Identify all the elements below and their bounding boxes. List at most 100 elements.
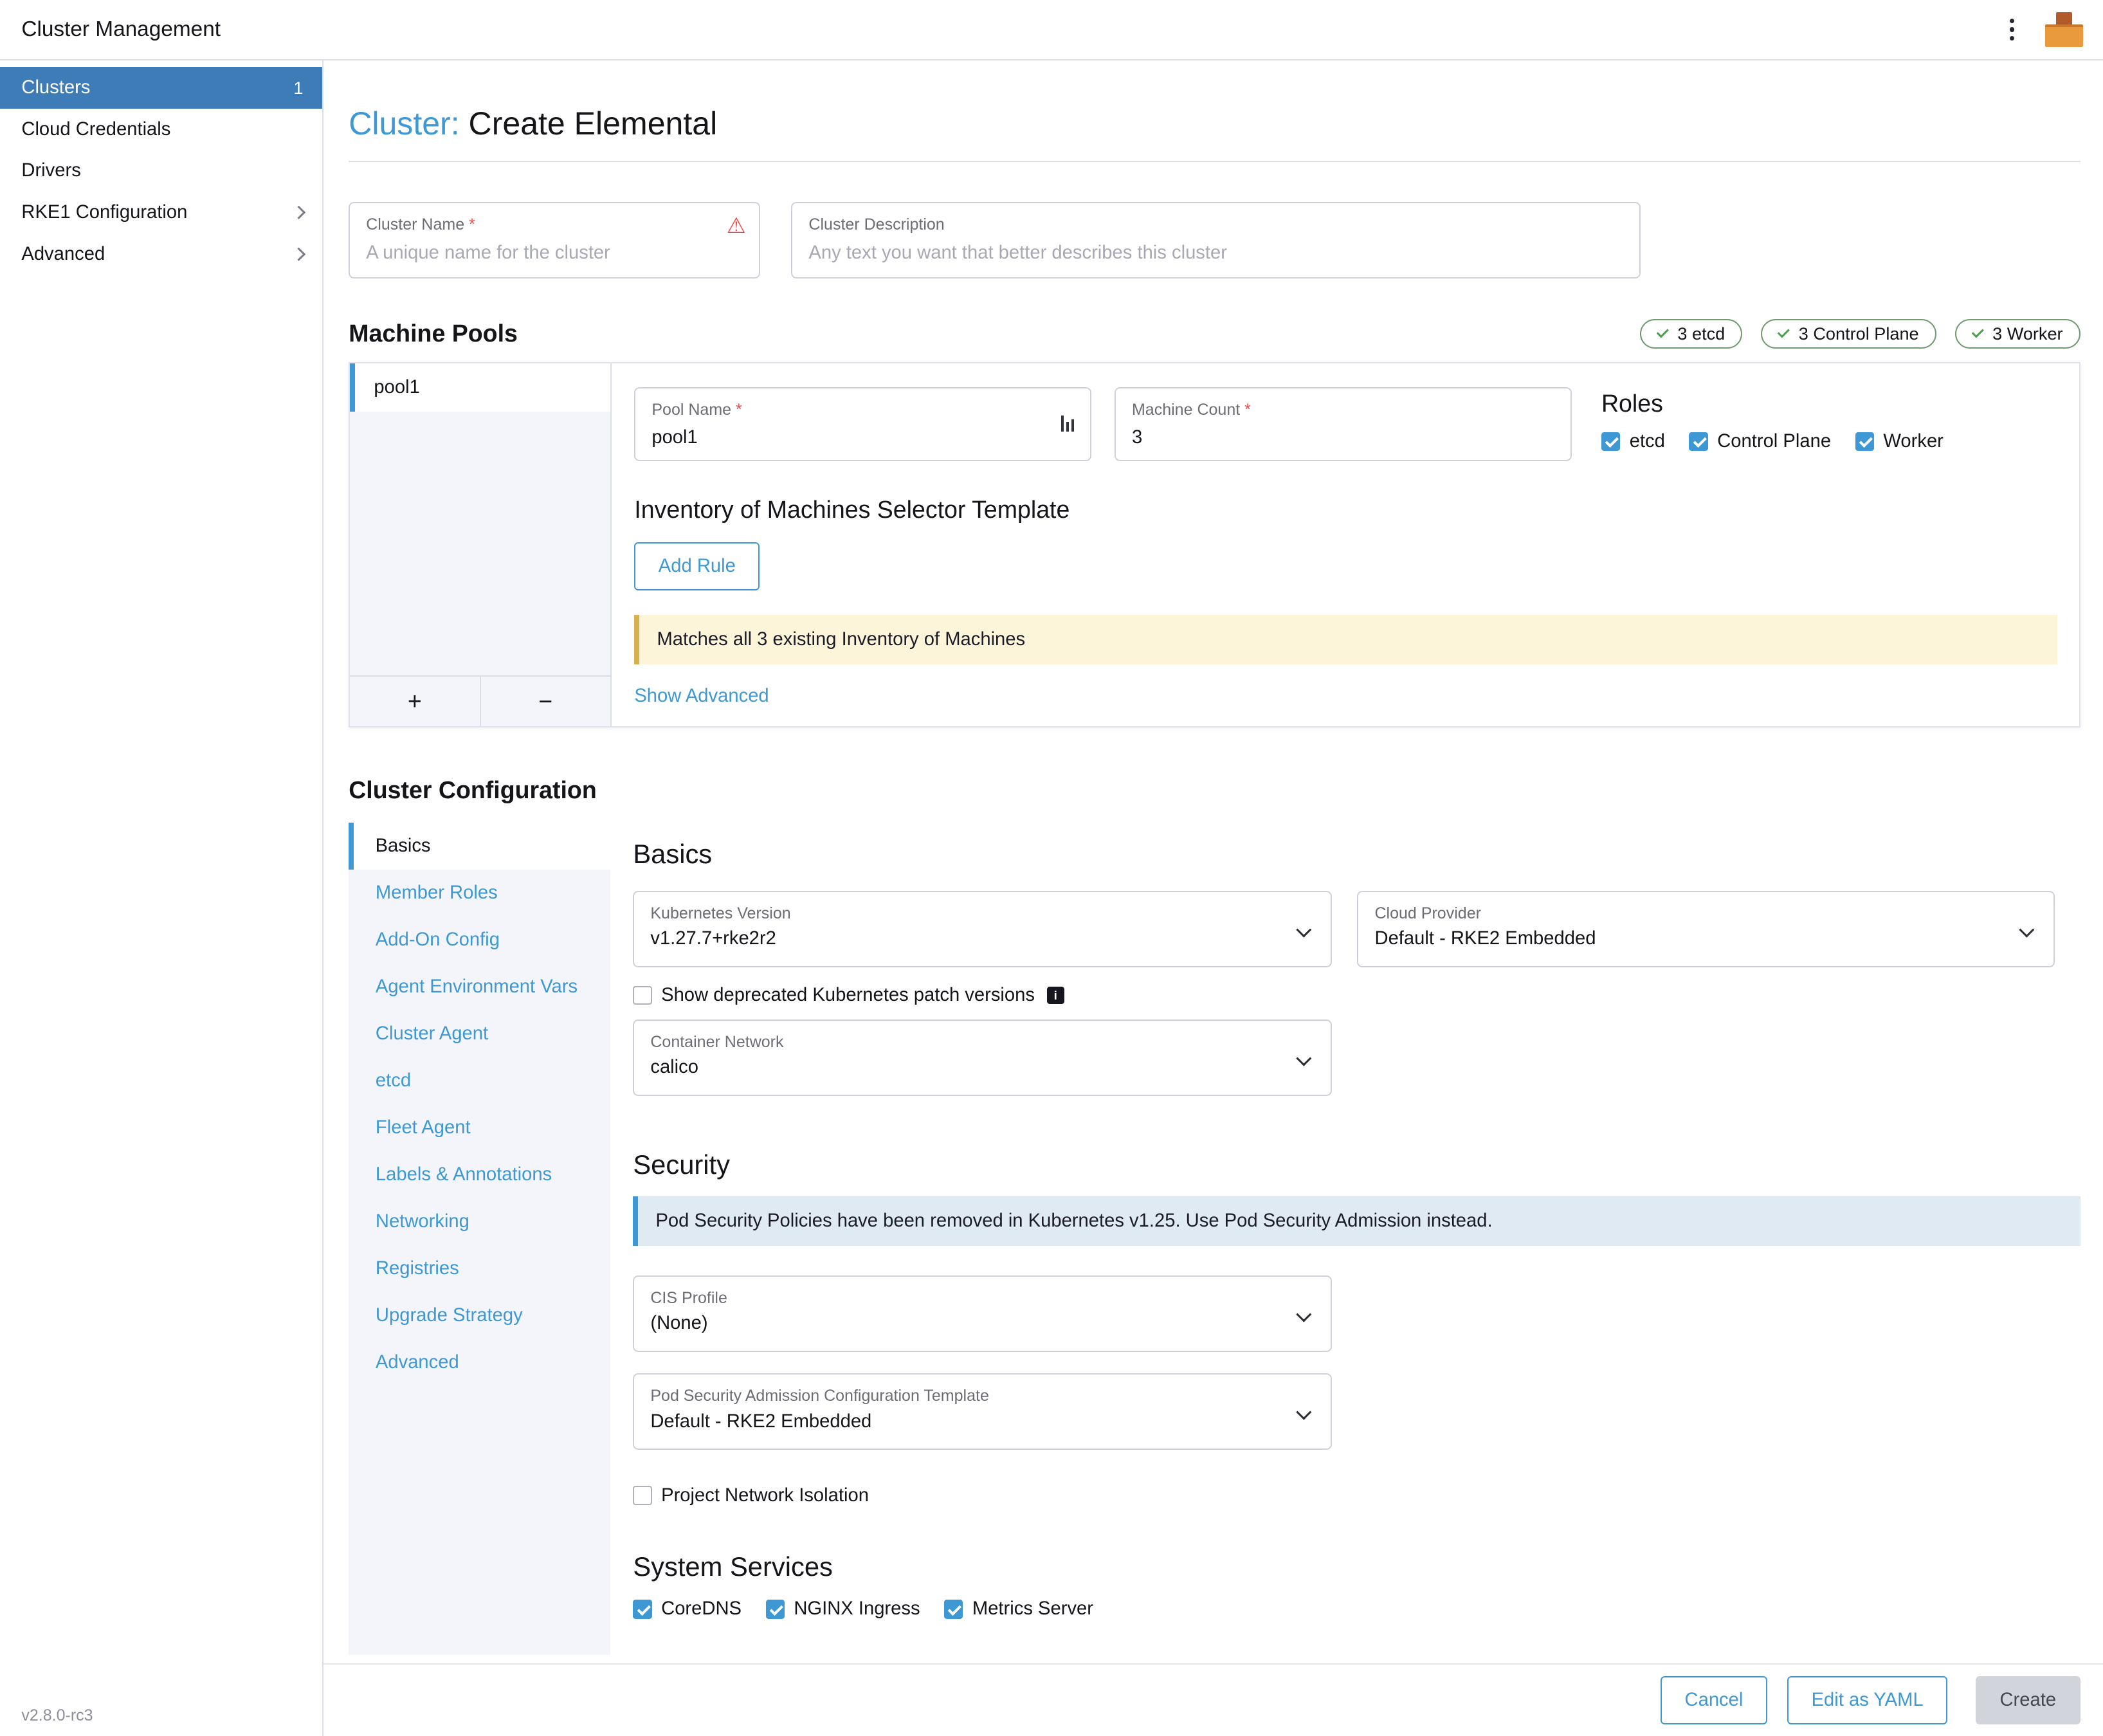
chevron-down-icon xyxy=(1296,1405,1311,1420)
add-rule-button[interactable]: Add Rule xyxy=(634,542,760,590)
edit-as-yaml-button[interactable]: Edit as YAML xyxy=(1787,1676,1947,1724)
required-mark: * xyxy=(736,401,742,419)
checkbox-icon xyxy=(1601,432,1620,451)
machine-count-field[interactable]: Machine Count * xyxy=(1115,387,1572,461)
tab-cluster-agent[interactable]: Cluster Agent xyxy=(349,1010,610,1057)
required-mark: * xyxy=(1244,401,1251,419)
remove-pool-button[interactable]: − xyxy=(481,677,610,726)
sidebar-item-label: Cloud Credentials xyxy=(21,119,170,140)
sidebar: Clusters 1 Cloud Credentials Drivers RKE… xyxy=(0,60,323,1736)
check-icon xyxy=(1778,326,1790,338)
checkbox-icon xyxy=(944,1600,963,1618)
tab-advanced[interactable]: Advanced xyxy=(349,1339,610,1386)
worker-checkbox[interactable]: Worker xyxy=(1855,431,1944,452)
cis-profile-label: CIS Profile xyxy=(650,1289,1285,1308)
checkbox-icon xyxy=(766,1600,785,1618)
checkbox-icon xyxy=(1855,432,1874,451)
create-button[interactable]: Create xyxy=(1976,1676,2080,1724)
kebab-menu-icon[interactable] xyxy=(1999,10,2025,48)
cluster-description-input[interactable] xyxy=(808,242,1623,264)
cluster-name-label: Cluster Name xyxy=(366,215,464,233)
basics-heading: Basics xyxy=(633,839,2080,870)
tab-member-roles[interactable]: Member Roles xyxy=(349,870,610,917)
tab-labels-annotations[interactable]: Labels & Annotations xyxy=(349,1151,610,1198)
cluster-name-field[interactable]: Cluster Name * ⚠ xyxy=(349,202,760,279)
chevron-down-icon xyxy=(1296,922,1311,938)
main-content: Cluster: Create Elemental Cluster Name *… xyxy=(323,60,2103,1663)
tab-registries[interactable]: Registries xyxy=(349,1245,610,1292)
checkbox-icon xyxy=(633,1486,651,1504)
chevron-down-icon xyxy=(2019,922,2034,938)
header-logo-icon[interactable] xyxy=(2044,10,2084,50)
tab-basics[interactable]: Basics xyxy=(349,823,610,870)
pool-drag-handle-icon[interactable] xyxy=(1061,416,1075,432)
add-pool-button[interactable]: + xyxy=(350,677,480,726)
cluster-configuration-heading: Cluster Configuration xyxy=(349,776,2080,804)
show-deprecated-versions-checkbox[interactable]: Show deprecated Kubernetes patch version… xyxy=(633,985,1035,1006)
tab-upgrade-strategy[interactable]: Upgrade Strategy xyxy=(349,1292,610,1339)
system-services-heading: System Services xyxy=(633,1551,2080,1582)
cluster-name-input[interactable] xyxy=(366,242,743,264)
checkbox-icon xyxy=(633,986,651,1005)
metrics-server-checkbox[interactable]: Metrics Server xyxy=(944,1598,1093,1620)
cis-profile-select[interactable]: CIS Profile (None) xyxy=(633,1275,1332,1352)
app-window: Cluster Management Clusters 1 Cloud Cred… xyxy=(0,0,2103,1736)
coredns-checkbox[interactable]: CoreDNS xyxy=(633,1598,742,1620)
sidebar-item-rke1-configuration[interactable]: RKE1 Configuration xyxy=(0,192,322,233)
page-title: Cluster: Create Elemental xyxy=(349,105,2080,142)
page-title-name: Create Elemental xyxy=(469,105,718,142)
pool-tab-pool1[interactable]: pool1 xyxy=(350,363,610,412)
chevron-right-icon xyxy=(292,248,305,261)
worker-count-badge: 3 Worker xyxy=(1955,319,2080,349)
project-network-isolation-checkbox[interactable]: Project Network Isolation xyxy=(633,1485,869,1506)
sidebar-item-label: Drivers xyxy=(21,160,80,181)
pod-security-banner: Pod Security Policies have been removed … xyxy=(633,1196,2080,1246)
sidebar-item-label: RKE1 Configuration xyxy=(21,202,187,223)
pool-name-label: Pool Name xyxy=(651,401,731,419)
cancel-button[interactable]: Cancel xyxy=(1661,1676,1767,1724)
cloud-provider-label: Cloud Provider xyxy=(1374,904,2008,923)
show-advanced-link[interactable]: Show Advanced xyxy=(634,686,769,707)
chevron-down-icon xyxy=(1296,1051,1311,1066)
sidebar-item-cloud-credentials[interactable]: Cloud Credentials xyxy=(0,109,322,151)
check-icon xyxy=(1972,326,1984,338)
config-basics-pane: Basics Kubernetes Version v1.27.7+rke2r2… xyxy=(610,823,2080,1655)
container-network-select[interactable]: Container Network calico xyxy=(633,1019,1332,1096)
cluster-description-field[interactable]: Cluster Description xyxy=(791,202,1640,279)
info-icon[interactable]: i xyxy=(1047,987,1064,1004)
tab-etcd[interactable]: etcd xyxy=(349,1057,610,1104)
control-plane-checkbox[interactable]: Control Plane xyxy=(1689,431,1831,452)
nginx-ingress-checkbox[interactable]: NGINX Ingress xyxy=(766,1598,920,1620)
cloud-provider-select[interactable]: Cloud Provider Default - RKE2 Embedded xyxy=(1357,891,2054,967)
psa-template-select[interactable]: Pod Security Admission Configuration Tem… xyxy=(633,1373,1332,1450)
etcd-checkbox[interactable]: etcd xyxy=(1601,431,1665,452)
roles-heading: Roles xyxy=(1601,390,1944,417)
psa-template-label: Pod Security Admission Configuration Tem… xyxy=(650,1387,1285,1405)
tab-add-on-config[interactable]: Add-On Config xyxy=(349,917,610,964)
config-tabs-column: Basics Member Roles Add-On Config Agent … xyxy=(349,823,610,1655)
tab-networking[interactable]: Networking xyxy=(349,1198,610,1245)
chevron-down-icon xyxy=(1296,1307,1311,1322)
machine-pools-panel: pool1 + − Pool Name * xyxy=(349,362,2080,728)
matches-banner: Matches all 3 existing Inventory of Mach… xyxy=(634,615,2057,664)
pool-name-input[interactable] xyxy=(651,427,1074,448)
machine-count-input[interactable] xyxy=(1132,427,1554,448)
tab-fleet-agent[interactable]: Fleet Agent xyxy=(349,1104,610,1151)
sidebar-item-advanced[interactable]: Advanced xyxy=(0,233,322,275)
kubernetes-version-label: Kubernetes Version xyxy=(650,904,1285,923)
kubernetes-version-select[interactable]: Kubernetes Version v1.27.7+rke2r2 xyxy=(633,891,1332,967)
sidebar-item-label: Advanced xyxy=(21,244,105,265)
container-network-label: Container Network xyxy=(650,1033,1285,1052)
top-header: Cluster Management xyxy=(0,0,2103,60)
tab-agent-environment-vars[interactable]: Agent Environment Vars xyxy=(349,964,610,1010)
sidebar-item-drivers[interactable]: Drivers xyxy=(0,151,322,192)
chevron-right-icon xyxy=(292,206,305,219)
warning-icon: ⚠ xyxy=(727,215,746,237)
sidebar-item-clusters[interactable]: Clusters 1 xyxy=(0,67,322,109)
pool-name-field[interactable]: Pool Name * xyxy=(634,387,1091,461)
app-title: Cluster Management xyxy=(21,17,221,42)
cluster-configuration-panel: Basics Member Roles Add-On Config Agent … xyxy=(349,823,2080,1655)
inventory-selector-heading: Inventory of Machines Selector Template xyxy=(634,496,2057,524)
clusters-count-badge: 1 xyxy=(293,78,303,98)
machine-count-label: Machine Count xyxy=(1132,401,1240,419)
